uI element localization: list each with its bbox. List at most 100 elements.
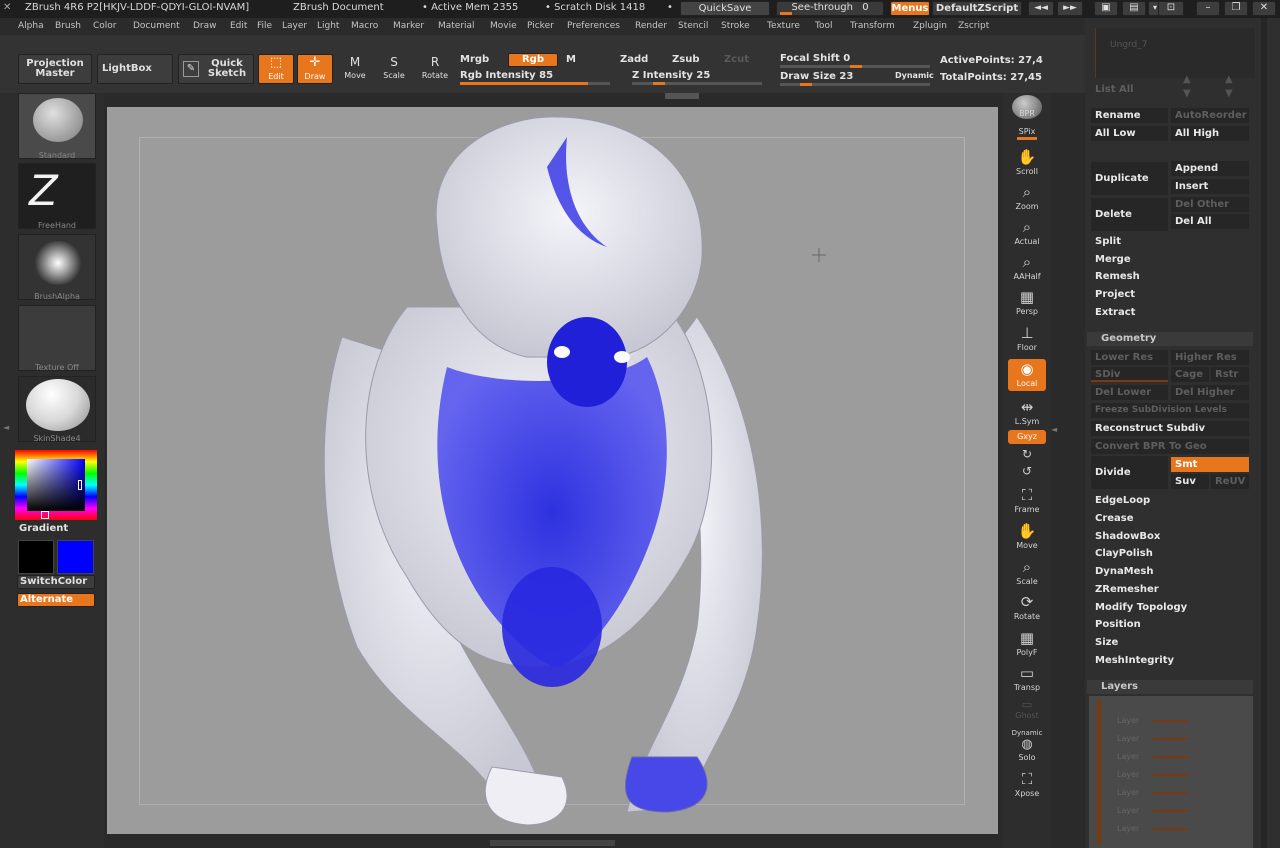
- layer-row-slider[interactable]: [1153, 792, 1189, 794]
- actual-button[interactable]: ⌕ Actual: [1008, 217, 1046, 251]
- maximize-icon[interactable]: ❐: [1224, 1, 1248, 16]
- del-all-button[interactable]: Del All: [1171, 214, 1249, 229]
- quicksave-button[interactable]: QuickSave: [680, 1, 770, 16]
- aahalf-button[interactable]: ⌕ AAHalf: [1008, 252, 1046, 286]
- projection-master-button[interactable]: Projection Master: [18, 54, 92, 84]
- menu-layer[interactable]: Layer: [282, 18, 307, 35]
- secondary-color-swatch[interactable]: [57, 540, 94, 574]
- layer-row[interactable]: Layer: [1117, 770, 1197, 782]
- rstr-button[interactable]: Rstr: [1211, 367, 1249, 382]
- menu-file[interactable]: File: [257, 18, 272, 35]
- draw-size-slider[interactable]: [780, 83, 930, 86]
- rename-button[interactable]: Rename: [1091, 108, 1168, 123]
- move-view-button[interactable]: ✋ Move: [1008, 521, 1046, 555]
- convert-bpr-button[interactable]: Convert BPR To Geo: [1091, 439, 1249, 454]
- color-picker-square[interactable]: [27, 459, 85, 511]
- right-tray-handle[interactable]: ◄: [1051, 425, 1057, 439]
- all-low-button[interactable]: All Low: [1091, 126, 1168, 141]
- suv-button[interactable]: Suv: [1171, 474, 1209, 489]
- lightbox-button[interactable]: LightBox: [97, 54, 173, 84]
- rgb-button[interactable]: Rgb: [508, 53, 558, 67]
- menu-macro[interactable]: Macro: [351, 18, 378, 35]
- rotate-view-button[interactable]: ⟳ Rotate: [1008, 592, 1046, 626]
- zoom-button[interactable]: ⌕ Zoom: [1008, 182, 1046, 216]
- layers-list[interactable]: Layer Layer Layer Layer Layer Layer Laye…: [1089, 696, 1253, 848]
- panel-scrollbar[interactable]: [1261, 18, 1267, 848]
- sdiv-slider[interactable]: SDiv: [1091, 367, 1168, 382]
- quick-sketch-button[interactable]: ✎ Quick Sketch: [178, 54, 254, 84]
- menu-brush[interactable]: Brush: [55, 18, 81, 35]
- claypolish-button[interactable]: ClayPolish: [1091, 546, 1251, 561]
- del-other-button[interactable]: Del Other: [1171, 197, 1249, 212]
- subtool-up-arrow-2-icon[interactable]: ▼: [1183, 88, 1191, 99]
- freeze-subdivision-button[interactable]: Freeze SubDivision Levels: [1091, 403, 1249, 418]
- geometry-section-header[interactable]: Geometry: [1087, 332, 1253, 346]
- duplicate-button[interactable]: Duplicate: [1091, 162, 1168, 195]
- menu-light[interactable]: Light: [317, 18, 339, 35]
- menu-draw[interactable]: Draw: [193, 18, 217, 35]
- zcut-button[interactable]: Zcut: [724, 54, 749, 65]
- default-zscript-button[interactable]: DefaultZScript: [932, 1, 1022, 16]
- layer-row-slider[interactable]: [1153, 720, 1189, 722]
- frame-button[interactable]: ⛶ Frame: [1008, 485, 1046, 519]
- cage-button[interactable]: Cage: [1171, 367, 1209, 382]
- menu-alpha[interactable]: Alpha: [18, 18, 44, 35]
- toolbar-collapse-handle[interactable]: [665, 93, 699, 99]
- polyf-button[interactable]: ▦ PolyF: [1008, 628, 1046, 662]
- menus-button[interactable]: Menus: [890, 1, 930, 16]
- draw-mode-button[interactable]: ✛ Draw: [297, 54, 333, 84]
- alpha-thumbnail[interactable]: BrushAlpha: [18, 234, 96, 301]
- position-button[interactable]: Position: [1091, 617, 1251, 632]
- layer-row[interactable]: Layer: [1117, 716, 1197, 728]
- gradient-label[interactable]: Gradient: [19, 523, 68, 534]
- gxyz-button[interactable]: Gxyz: [1008, 430, 1046, 444]
- layer-row[interactable]: Layer: [1117, 806, 1197, 818]
- see-through-slider[interactable]: See-through 0: [776, 1, 884, 16]
- texture-thumbnail[interactable]: Texture Off: [18, 305, 96, 372]
- reconstruct-subdiv-button[interactable]: Reconstruct Subdiv: [1091, 421, 1249, 436]
- persp-button[interactable]: ▦ Persp: [1008, 287, 1046, 321]
- focal-shift-slider[interactable]: [780, 65, 930, 68]
- del-lower-button[interactable]: Del Lower: [1091, 385, 1168, 400]
- smt-button[interactable]: Smt: [1171, 457, 1249, 472]
- insert-button[interactable]: Insert: [1171, 179, 1249, 194]
- menu-texture[interactable]: Texture: [767, 18, 800, 35]
- primary-color-swatch[interactable]: [18, 540, 54, 574]
- subtool-list-item[interactable]: Ungrd_7: [1095, 28, 1255, 78]
- subtool-up-arrow-icon[interactable]: ▲: [1183, 74, 1191, 85]
- menu-stroke[interactable]: Stroke: [721, 18, 750, 35]
- menu-stencil[interactable]: Stencil: [678, 18, 708, 35]
- meshintegrity-button[interactable]: MeshIntegrity: [1091, 653, 1251, 668]
- menu-zscript[interactable]: Zscript: [958, 18, 989, 35]
- transp-button[interactable]: ▭ Transp: [1008, 663, 1046, 697]
- extract-button[interactable]: Extract: [1091, 305, 1251, 320]
- menu-edit[interactable]: Edit: [230, 18, 247, 35]
- rgb-intensity-slider[interactable]: [460, 82, 610, 85]
- merge-button[interactable]: Merge: [1091, 252, 1251, 267]
- scroll-left-icon[interactable]: ◄◄: [1028, 1, 1054, 16]
- layer-row[interactable]: Layer: [1117, 788, 1197, 800]
- rotate-y-axis-icon[interactable]: ↻: [1008, 447, 1046, 463]
- layer-row[interactable]: Layer: [1117, 734, 1197, 746]
- higher-res-button[interactable]: Higher Res: [1171, 350, 1249, 365]
- layer-row[interactable]: Layer: [1117, 752, 1197, 764]
- canvas-viewport[interactable]: [107, 107, 998, 834]
- scroll-button[interactable]: ✋ Scroll: [1008, 147, 1046, 181]
- local-button[interactable]: ◉ Local: [1008, 359, 1046, 391]
- edgeloop-button[interactable]: EdgeLoop: [1091, 493, 1251, 508]
- append-button[interactable]: Append: [1171, 161, 1249, 176]
- lower-res-button[interactable]: Lower Res: [1091, 350, 1168, 365]
- size-button[interactable]: Size: [1091, 635, 1251, 650]
- split-button[interactable]: Split: [1091, 234, 1251, 249]
- material-thumbnail[interactable]: SkinShade4: [18, 376, 96, 443]
- lsym-button[interactable]: ⇹ L.Sym: [1008, 397, 1046, 426]
- floor-button[interactable]: ⊥ Floor: [1008, 323, 1046, 357]
- menu-document[interactable]: Document: [133, 18, 180, 35]
- layer-row-slider[interactable]: [1153, 828, 1189, 830]
- crease-button[interactable]: Crease: [1091, 511, 1251, 526]
- dynamesh-button[interactable]: DynaMesh: [1091, 564, 1251, 579]
- divide-button[interactable]: Divide: [1091, 456, 1168, 489]
- solo-button[interactable]: Dynamic ◍ Solo: [1008, 729, 1046, 765]
- menu-preferences[interactable]: Preferences: [567, 18, 620, 35]
- menu-transform[interactable]: Transform: [850, 18, 895, 35]
